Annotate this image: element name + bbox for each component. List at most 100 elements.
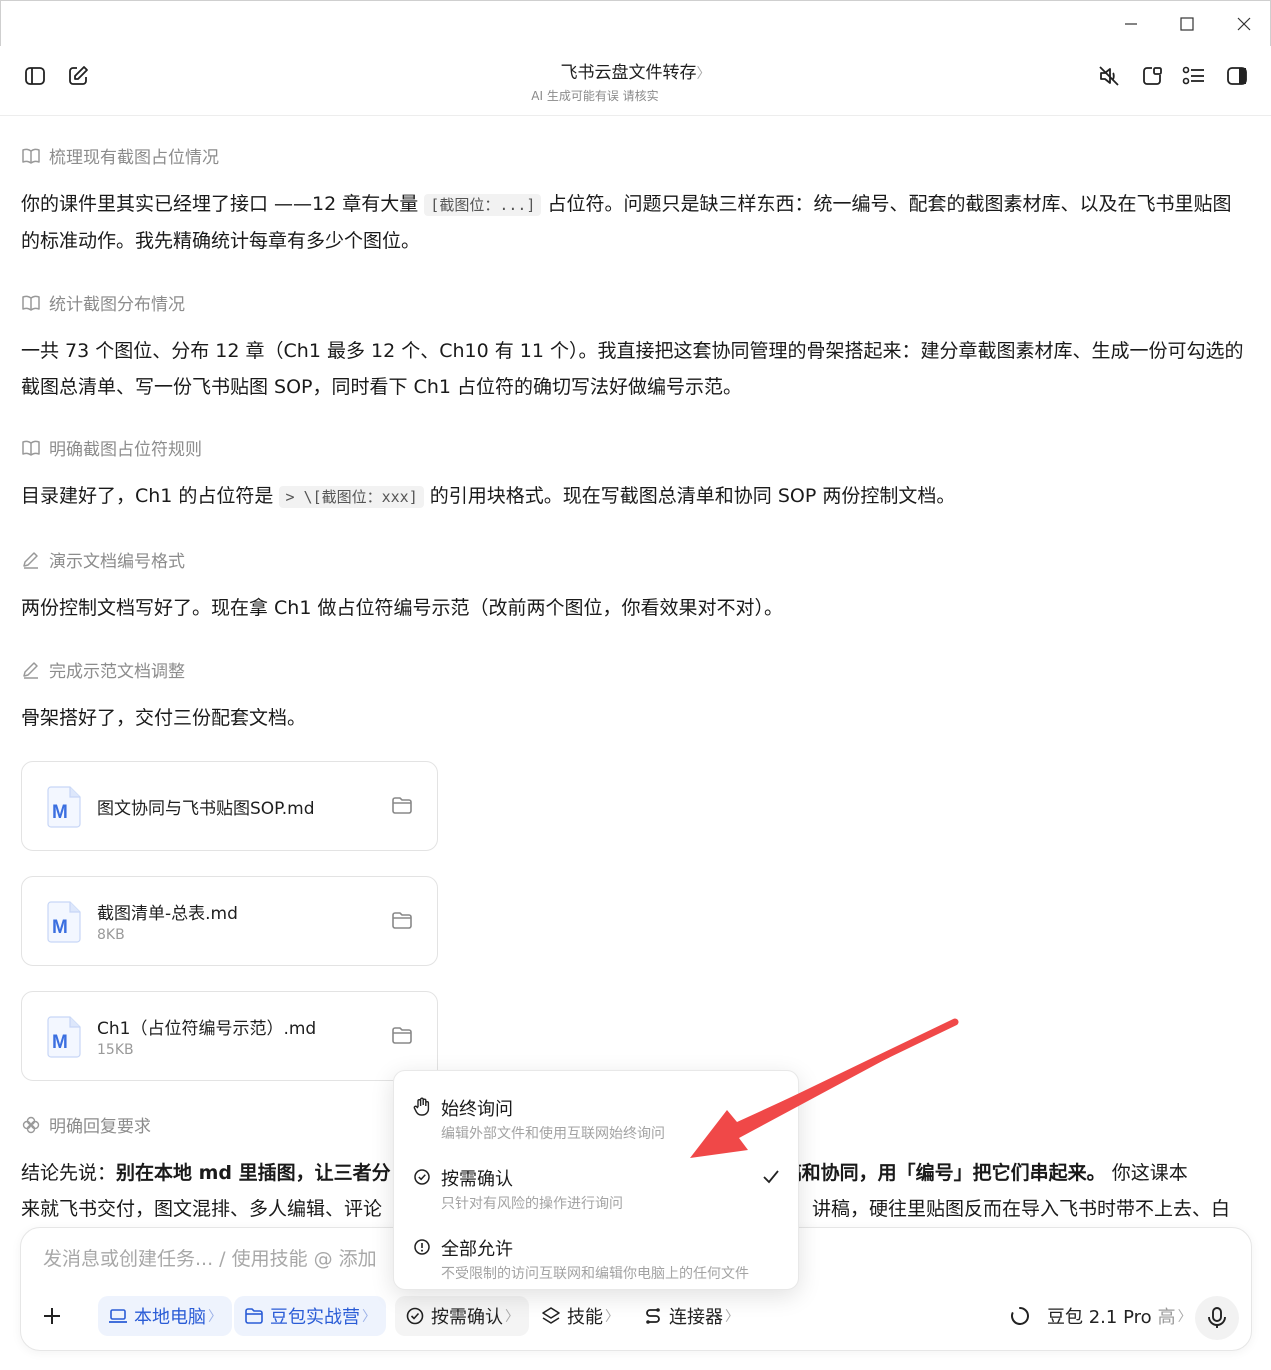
hand-icon — [413, 1097, 430, 1116]
conversation-header: 飞书云盘文件转存〉 AI 生成可能有误 请核实 — [0, 46, 1271, 116]
close-button[interactable] — [1224, 7, 1264, 41]
connectors-selector[interactable]: 连接器〉 — [633, 1296, 749, 1336]
book-icon — [22, 295, 40, 311]
step-header[interactable]: 明确回复要求 — [21, 1112, 151, 1137]
checkmark-icon — [763, 1170, 779, 1184]
file-size: 8KB — [97, 927, 125, 943]
minimize-button[interactable] — [1111, 7, 1151, 41]
open-folder-icon[interactable] — [391, 1026, 413, 1046]
loading-spinner-icon — [1011, 1307, 1029, 1325]
file-name: 截图清单-总表.md — [97, 904, 238, 924]
connector-icon — [646, 1308, 660, 1324]
permission-label: 按需确认 — [431, 1307, 503, 1328]
chevron-right-icon: 〉 — [725, 1309, 739, 1325]
markdown-file-icon: M — [47, 1016, 81, 1058]
text: 结论先说： — [21, 1162, 117, 1184]
window-titlebar — [0, 0, 1271, 46]
step-label: 演示文档编号格式 — [49, 552, 185, 572]
assistant-message: 一共 73 个图位、分布 12 章（Ch1 最多 12 个、Ch10 有 11 … — [21, 340, 1244, 398]
pencil-icon — [23, 551, 38, 569]
conversation-title-text: 飞书云盘文件转存 — [560, 63, 697, 83]
step-header[interactable]: 明确截图占位符规则 — [21, 435, 202, 460]
model-selector[interactable]: 豆包 2.1 Pro 高〉 — [999, 1296, 1202, 1336]
open-folder-icon[interactable] — [391, 911, 413, 931]
bold-text: 成稿和协同，用「编号」把它们串起来。 — [763, 1162, 1106, 1184]
assistant-message: 两份控制文档写好了。现在拿 Ch1 做占位符编号示范（改前两个图位，你看效果对不… — [21, 597, 783, 619]
chevron-right-icon: 〉 — [696, 66, 711, 82]
permission-menu: 始终询问 编辑外部文件和使用互联网始终询问 按需确认 只针对有风险的操作进行询问… — [393, 1070, 799, 1290]
chevron-right-icon: 〉 — [1177, 1309, 1192, 1325]
step-label: 明确回复要求 — [49, 1117, 151, 1137]
minimize-icon — [1125, 23, 1137, 25]
step-header[interactable]: 演示文档编号格式 — [21, 547, 185, 572]
book-icon — [22, 440, 40, 456]
window-pip-button[interactable] — [1136, 60, 1168, 92]
list-icon — [1182, 66, 1204, 85]
chevron-right-icon: 〉 — [362, 1309, 376, 1325]
text: 讲稿，硬往里贴图反而在导入飞书时带不上去、白 — [812, 1198, 1231, 1220]
inline-code: > \[截图位：xxx] — [279, 486, 424, 508]
open-folder-icon[interactable] — [391, 796, 413, 816]
option-label: 全部允许 — [441, 1239, 513, 1260]
folder-icon — [245, 1308, 263, 1324]
chevron-right-icon: 〉 — [605, 1309, 619, 1325]
file-card[interactable]: M 图文协同与飞书贴图SOP.md — [21, 761, 438, 851]
bold-text: 别在本地 md 里插图，让三者分 — [116, 1162, 391, 1184]
model-label: 豆包 2.1 Pro — [1047, 1307, 1152, 1328]
text: 你这课本 — [1105, 1162, 1188, 1184]
option-label: 按需确认 — [441, 1169, 513, 1190]
connectors-label: 连接器 — [669, 1307, 723, 1328]
permission-option-confirm-as-needed[interactable]: 按需确认 只针对有风险的操作进行询问 — [394, 1149, 800, 1219]
shield-check-icon — [414, 1169, 430, 1185]
pencil-icon — [23, 661, 38, 679]
book-icon — [22, 148, 40, 164]
step-label: 统计截图分布情况 — [49, 295, 185, 315]
text: 目录建好了，Ch1 的占位符是 — [21, 485, 280, 507]
plus-icon — [44, 1308, 60, 1324]
permission-option-always-ask[interactable]: 始终询问 编辑外部文件和使用互联网始终询问 — [394, 1079, 800, 1149]
step-header[interactable]: 完成示范文档调整 — [21, 657, 185, 682]
step-label: 明确截图占位符规则 — [49, 440, 202, 460]
permission-option-allow-all[interactable]: 全部允许 不受限制的访问互联网和编辑你电脑上的任何文件 — [394, 1219, 800, 1289]
laptop-icon — [109, 1309, 127, 1323]
option-description: 不受限制的访问互联网和编辑你电脑上的任何文件 — [441, 1266, 749, 1282]
close-icon — [1237, 17, 1251, 31]
local-pc-selector[interactable]: 本地电脑〉 — [98, 1296, 232, 1336]
text: 你的课件里其实已经埋了接口 ——12 章有大量 — [21, 193, 425, 215]
svg-text:M: M — [52, 917, 68, 938]
project-label: 豆包实战营 — [270, 1307, 360, 1328]
step-label: 完成示范文档调整 — [49, 662, 185, 682]
skills-selector[interactable]: 技能〉 — [531, 1296, 629, 1336]
project-selector[interactable]: 豆包实战营〉 — [234, 1296, 386, 1336]
file-card[interactable]: M 截图清单-总表.md 8KB — [21, 876, 438, 966]
markdown-file-icon: M — [47, 786, 81, 828]
file-name: Ch1（占位符编号示范）.md — [97, 1019, 317, 1039]
text: 的引用块格式。现在写截图总清单和协同 SOP 两份控制文档。 — [423, 485, 956, 507]
maximize-button[interactable] — [1167, 7, 1207, 41]
step-header[interactable]: 统计截图分布情况 — [21, 290, 185, 315]
layers-icon — [542, 1307, 560, 1324]
add-attachment-button[interactable] — [35, 1296, 75, 1336]
markdown-file-icon: M — [47, 901, 81, 943]
option-label: 始终询问 — [441, 1099, 513, 1120]
chevron-right-icon: 〉 — [208, 1309, 222, 1325]
assistant-message: 目录建好了，Ch1 的占位符是 > \[截图位：xxx] 的引用块格式。现在写截… — [21, 478, 1246, 515]
ai-disclaimer: AI 生成可能有误 请核实 — [531, 89, 659, 103]
speaker-muted-icon — [1099, 66, 1119, 86]
step-header[interactable]: 梳理现有截图占位情况 — [21, 143, 219, 168]
chevron-right-icon: 〉 — [505, 1309, 519, 1325]
conversation-title[interactable]: 飞书云盘文件转存〉 — [0, 58, 1271, 83]
task-list-button[interactable] — [1178, 60, 1210, 92]
alert-icon — [414, 1239, 430, 1255]
text: 来就飞书交付，图文混排、多人编辑、评论 — [21, 1198, 383, 1220]
svg-text:M: M — [52, 1032, 68, 1053]
voice-input-button[interactable] — [1195, 1296, 1239, 1340]
permission-selector[interactable]: 按需确认〉 — [395, 1296, 529, 1336]
mute-button[interactable] — [1093, 60, 1125, 92]
assistant-message: 骨架搭好了，交付三份配套文档。 — [21, 707, 307, 729]
file-card[interactable]: M Ch1（占位符编号示范）.md 15KB — [21, 991, 438, 1081]
toggle-right-panel-button[interactable] — [1221, 60, 1253, 92]
skills-label: 技能 — [567, 1307, 603, 1328]
shield-check-icon — [406, 1307, 424, 1325]
flower-icon — [22, 1116, 40, 1133]
